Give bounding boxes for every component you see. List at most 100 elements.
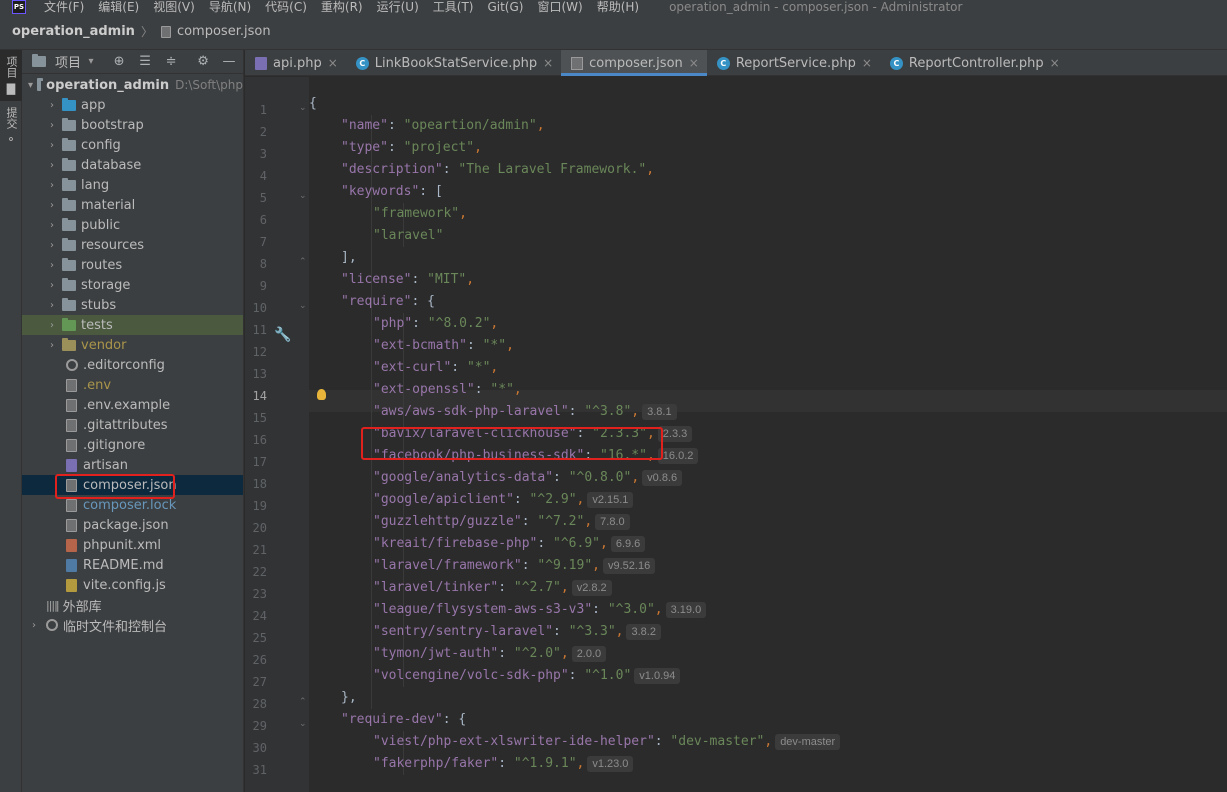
chevron-right-icon[interactable]: ›	[46, 100, 58, 111]
chevron-right-icon[interactable]: ›	[46, 220, 58, 231]
scratches-and-consoles[interactable]: › 临时文件和控制台	[22, 615, 243, 635]
tree-folder-config[interactable]: › config	[22, 135, 243, 155]
expand-all-icon[interactable]: ≑	[163, 54, 179, 69]
tree-file[interactable]: phpunit.xml	[22, 535, 243, 555]
menu-item[interactable]: 代码(C)	[265, 0, 307, 14]
gear-icon[interactable]: ⚙	[195, 54, 211, 69]
json-value: ^1.0	[592, 668, 624, 683]
tree-file[interactable]: .editorconfig	[22, 355, 243, 375]
editor-tab[interactable]: C ReportController.php ×	[880, 50, 1068, 76]
editor-tab[interactable]: api.php ×	[245, 50, 346, 76]
project-panel-title[interactable]: 项目	[55, 52, 81, 71]
minimize-icon[interactable]: —	[221, 54, 237, 69]
chevron-right-icon[interactable]: ›	[46, 140, 58, 151]
tree-file[interactable]: package.json	[22, 515, 243, 535]
tree-file[interactable]: .gitattributes	[22, 415, 243, 435]
close-icon[interactable]: ×	[862, 56, 872, 70]
code-editor[interactable]: 1 2 3 4 5 6 7 8 9 10 11 12 13 14 15 16 17 18 19 20 21 22 23 24 2…	[245, 77, 1227, 792]
menu-item[interactable]: 导航(N)	[209, 0, 251, 14]
comma: ,	[600, 536, 608, 551]
tab-label: api.php	[273, 55, 322, 71]
editor-tab[interactable]: composer.json ×	[561, 50, 707, 76]
chevron-right-icon[interactable]: ›	[46, 240, 58, 251]
tree-folder-vendor[interactable]: › vendor	[22, 335, 243, 355]
external-libraries[interactable]: |||‖ 外部库	[22, 595, 243, 615]
comma: ,	[513, 382, 522, 397]
quote: "	[380, 118, 388, 133]
tree-folder-material[interactable]: › material	[22, 195, 243, 215]
tree-root[interactable]: ▾ operation_admin D:\Soft\php	[22, 75, 243, 95]
commit-tool-button[interactable]: 提交 ⚬	[0, 101, 22, 152]
chevron-right-icon[interactable]: ›	[46, 200, 58, 211]
close-icon[interactable]: ×	[328, 56, 338, 70]
tree-folder-public[interactable]: › public	[22, 215, 243, 235]
chevron-right-icon[interactable]: ›	[28, 620, 40, 631]
quote: "	[373, 404, 381, 419]
code-line: "description": "The Laravel Framework.",	[341, 159, 654, 181]
tree-file-label: .editorconfig	[83, 357, 165, 373]
fold-marker-icon[interactable]: ⌄	[299, 103, 307, 113]
menu-item[interactable]: 重构(R)	[321, 0, 363, 14]
editor-tab[interactable]: C LinkBookStatService.php ×	[346, 50, 561, 76]
tree-file[interactable]: vite.config.js	[22, 575, 243, 595]
tree-folder-app[interactable]: › app	[22, 95, 243, 115]
tree-folder-storage[interactable]: › storage	[22, 275, 243, 295]
chevron-right-icon[interactable]: ›	[46, 300, 58, 311]
fold-marker-icon[interactable]: ⌄	[299, 719, 307, 729]
menu-item[interactable]: 工具(T)	[433, 0, 474, 14]
tree-file[interactable]: composer.lock	[22, 495, 243, 515]
version-hint: v1.0.94	[634, 667, 681, 684]
chevron-right-icon[interactable]: ›	[46, 160, 58, 171]
fold-marker-icon[interactable]: ⌄	[299, 191, 307, 201]
quote: "	[506, 492, 514, 507]
menu-item[interactable]: 编辑(E)	[98, 0, 139, 14]
quote: "	[373, 382, 381, 397]
menu-item[interactable]: 视图(V)	[153, 0, 195, 14]
close-icon[interactable]: ×	[1050, 56, 1060, 70]
chevron-right-icon[interactable]: ›	[46, 260, 58, 271]
chevron-right-icon[interactable]: ›	[46, 320, 58, 331]
tree-folder-bootstrap[interactable]: › bootstrap	[22, 115, 243, 135]
menu-item[interactable]: 文件(F)	[44, 0, 84, 14]
fold-marker-icon[interactable]: ⌄	[299, 301, 307, 311]
code-line: "ext-openssl": "*",	[373, 379, 522, 401]
close-icon[interactable]: ×	[543, 56, 553, 70]
menu-item[interactable]: Git(G)	[487, 0, 523, 14]
tree-folder-tests[interactable]: › tests	[22, 315, 243, 335]
tree-file[interactable]: composer.json	[22, 475, 243, 495]
tree-file[interactable]: .gitignore	[22, 435, 243, 455]
tree-folder-database[interactable]: › database	[22, 155, 243, 175]
chevron-down-icon[interactable]: ▾	[28, 80, 33, 91]
project-tool-button[interactable]: 项目 ▇	[0, 50, 22, 101]
chevron-right-icon[interactable]: ›	[46, 340, 58, 351]
locate-file-icon[interactable]: ⊕	[111, 54, 127, 69]
close-icon[interactable]: ×	[689, 56, 699, 70]
tree-file[interactable]: artisan	[22, 455, 243, 475]
json-key: ext-openssl	[380, 382, 467, 397]
json-file-icon	[66, 498, 77, 512]
fold-marker-icon[interactable]: ⌃	[299, 697, 307, 707]
tree-file[interactable]: .env.example	[22, 395, 243, 415]
tree-folder-lang[interactable]: › lang	[22, 175, 243, 195]
comma: ,	[506, 338, 514, 353]
menu-item[interactable]: 运行(U)	[377, 0, 419, 14]
wrench-icon[interactable]: 🔧	[274, 327, 291, 343]
menu-item[interactable]: 帮助(H)	[597, 0, 639, 14]
tree-file[interactable]: README.md	[22, 555, 243, 575]
tree-file[interactable]: .env	[22, 375, 243, 395]
code-line: "license": "MIT",	[341, 269, 474, 291]
lightbulb-icon[interactable]	[317, 389, 326, 400]
menu-item[interactable]: 窗口(W)	[537, 0, 582, 14]
tree-folder-resources[interactable]: › resources	[22, 235, 243, 255]
tree-folder-routes[interactable]: › routes	[22, 255, 243, 275]
chevron-down-icon[interactable]: ▾	[85, 56, 97, 67]
editor-tab[interactable]: C ReportService.php ×	[707, 50, 880, 76]
breadcrumb-file[interactable]: composer.json	[159, 24, 271, 39]
collapse-all-icon[interactable]: ☰	[137, 54, 153, 69]
chevron-right-icon[interactable]: ›	[46, 280, 58, 291]
chevron-right-icon[interactable]: ›	[46, 120, 58, 131]
chevron-right-icon[interactable]: ›	[46, 180, 58, 191]
tree-folder-stubs[interactable]: › stubs	[22, 295, 243, 315]
breadcrumb-project[interactable]: operation_admin	[12, 24, 135, 39]
fold-marker-icon[interactable]: ⌃	[299, 257, 307, 267]
